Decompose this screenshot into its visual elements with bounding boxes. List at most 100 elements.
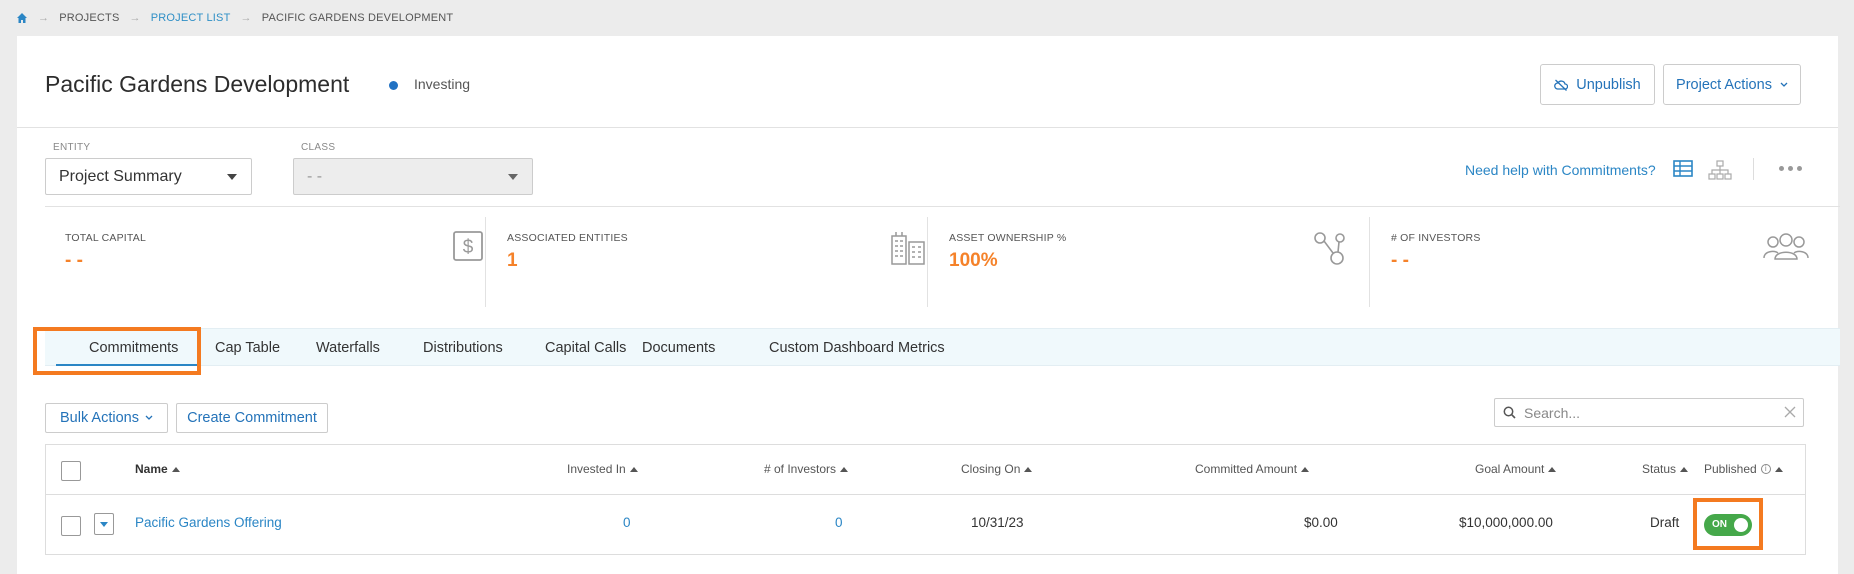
tab-distributions[interactable]: Distributions — [423, 340, 503, 356]
highlight-published-toggle — [1693, 498, 1763, 550]
tab-documents[interactable]: Documents — [642, 340, 715, 356]
stat-label: ASSET OWNERSHIP % — [949, 232, 1067, 244]
stat-value: 1 — [507, 250, 518, 271]
column-header-published[interactable]: Published i — [1704, 462, 1783, 476]
project-actions-button[interactable]: Project Actions — [1663, 64, 1801, 105]
chevron-right-icon: → — [38, 12, 50, 24]
tab-cap-table[interactable]: Cap Table — [215, 340, 280, 356]
search-icon — [1503, 406, 1516, 424]
create-commitment-label: Create Commitment — [187, 410, 317, 426]
sort-up-icon — [1024, 466, 1033, 472]
sort-up-icon — [1774, 466, 1783, 472]
class-label: CLASS — [301, 142, 336, 153]
stat-label: TOTAL CAPITAL — [65, 232, 146, 244]
divider — [1753, 158, 1754, 180]
commitments-table: Name Invested In # of Investors Closing … — [45, 444, 1806, 555]
dollar-icon: $ — [452, 230, 484, 267]
create-commitment-button[interactable]: Create Commitment — [176, 403, 328, 433]
info-icon[interactable]: i — [1760, 464, 1771, 474]
chevron-down-icon — [1780, 82, 1788, 87]
stat-associated-entities: ASSOCIATED ENTITIES 1 — [507, 214, 927, 307]
breadcrumb-current: PACIFIC GARDENS DEVELOPMENT — [261, 12, 454, 24]
entity-label: ENTITY — [53, 142, 91, 153]
cloud-off-icon — [1554, 79, 1569, 91]
clear-search-icon[interactable] — [1783, 405, 1797, 424]
column-header-investors[interactable]: # of Investors — [764, 462, 849, 476]
tab-waterfalls[interactable]: Waterfalls — [316, 340, 380, 356]
stat-label: ASSOCIATED ENTITIES — [507, 232, 628, 244]
column-header-name[interactable]: Name — [135, 462, 180, 476]
select-all-checkbox[interactable] — [61, 461, 81, 481]
sort-up-icon — [1301, 466, 1310, 472]
stat-value: 100% — [949, 250, 998, 271]
tab-custom-dashboard-metrics[interactable]: Custom Dashboard Metrics — [769, 340, 945, 356]
svg-text:$: $ — [463, 237, 474, 258]
sort-up-icon — [629, 466, 638, 472]
column-header-committed-amount[interactable]: Committed Amount — [1195, 462, 1310, 476]
divider — [1369, 217, 1370, 307]
stat-label: # OF INVESTORS — [1391, 232, 1481, 244]
status-value: Draft — [1650, 515, 1680, 530]
unpublish-button[interactable]: Unpublish — [1540, 64, 1655, 105]
sort-up-icon — [840, 466, 849, 472]
column-header-status[interactable]: Status — [1642, 462, 1689, 476]
class-select-value: - - — [307, 167, 323, 185]
caret-down-icon — [100, 522, 108, 527]
invested-in-link[interactable]: 0 — [623, 515, 631, 530]
project-card: Pacific Gardens Development Investing Un… — [17, 36, 1840, 574]
chevron-down-icon — [145, 415, 153, 420]
chevron-right-icon: → — [129, 12, 141, 24]
breadcrumb-project-list[interactable]: PROJECT LIST — [151, 12, 231, 24]
column-header-goal-amount[interactable]: Goal Amount — [1475, 462, 1557, 476]
stat-total-capital: TOTAL CAPITAL - - $ — [65, 214, 485, 307]
entity-select[interactable]: Project Summary — [45, 158, 252, 195]
bulk-actions-label: Bulk Actions — [60, 410, 139, 426]
tab-capital-calls[interactable]: Capital Calls — [545, 340, 626, 356]
home-icon[interactable] — [16, 12, 28, 24]
help-link[interactable]: Need help with Commitments? — [1465, 162, 1656, 178]
page-title: Pacific Gardens Development — [45, 71, 350, 97]
unpublish-label: Unpublish — [1576, 76, 1641, 93]
breadcrumb: → PROJECTS → PROJECT LIST → PACIFIC GARD… — [16, 12, 453, 24]
status-badge: Investing — [414, 76, 471, 92]
tab-bar: Commitments Cap Table Waterfalls Distrib… — [45, 328, 1840, 366]
divider — [45, 206, 1840, 207]
investors-link[interactable]: 0 — [835, 515, 843, 530]
caret-down-icon — [227, 174, 237, 180]
divider — [485, 217, 486, 307]
status-dot — [389, 81, 398, 90]
column-header-invested-in[interactable]: Invested In — [567, 462, 638, 476]
table-header: Name Invested In # of Investors Closing … — [46, 445, 1805, 495]
stat-value: - - — [65, 250, 83, 271]
commitment-name-link[interactable]: Pacific Gardens Offering — [135, 515, 282, 530]
highlight-commitments-tab — [33, 327, 201, 375]
breadcrumb-projects[interactable]: PROJECTS — [59, 12, 119, 24]
project-actions-label: Project Actions — [1676, 76, 1772, 93]
org-chart-icon[interactable] — [1708, 160, 1732, 185]
class-select: - - — [293, 158, 533, 195]
users-icon — [1763, 230, 1809, 267]
row-checkbox[interactable] — [61, 516, 81, 536]
search-box — [1494, 398, 1804, 427]
sort-up-icon — [171, 466, 180, 472]
table-view-icon[interactable] — [1673, 160, 1693, 182]
more-options-icon[interactable] — [1779, 166, 1802, 171]
search-input[interactable] — [1524, 404, 1774, 422]
caret-down-icon — [508, 174, 518, 180]
buildings-icon — [889, 230, 927, 271]
bulk-actions-button[interactable]: Bulk Actions — [45, 403, 168, 433]
entity-select-value: Project Summary — [59, 167, 182, 185]
committed-amount-value: $0.00 — [1304, 515, 1338, 530]
project-header: Pacific Gardens Development Investing Un… — [17, 36, 1838, 128]
chevron-right-icon: → — [240, 12, 252, 24]
sort-up-icon — [1680, 466, 1689, 472]
stat-value: - - — [1391, 250, 1409, 271]
divider — [927, 217, 928, 307]
closing-on-value: 10/31/23 — [971, 515, 1024, 530]
sort-up-icon — [1548, 466, 1557, 472]
stat-investors: # OF INVESTORS - - — [1391, 214, 1811, 307]
share-nodes-icon — [1313, 230, 1349, 271]
row-expand-toggle[interactable] — [94, 513, 114, 535]
column-header-closing-on[interactable]: Closing On — [961, 462, 1033, 476]
stat-asset-ownership: ASSET OWNERSHIP % 100% — [949, 214, 1369, 307]
